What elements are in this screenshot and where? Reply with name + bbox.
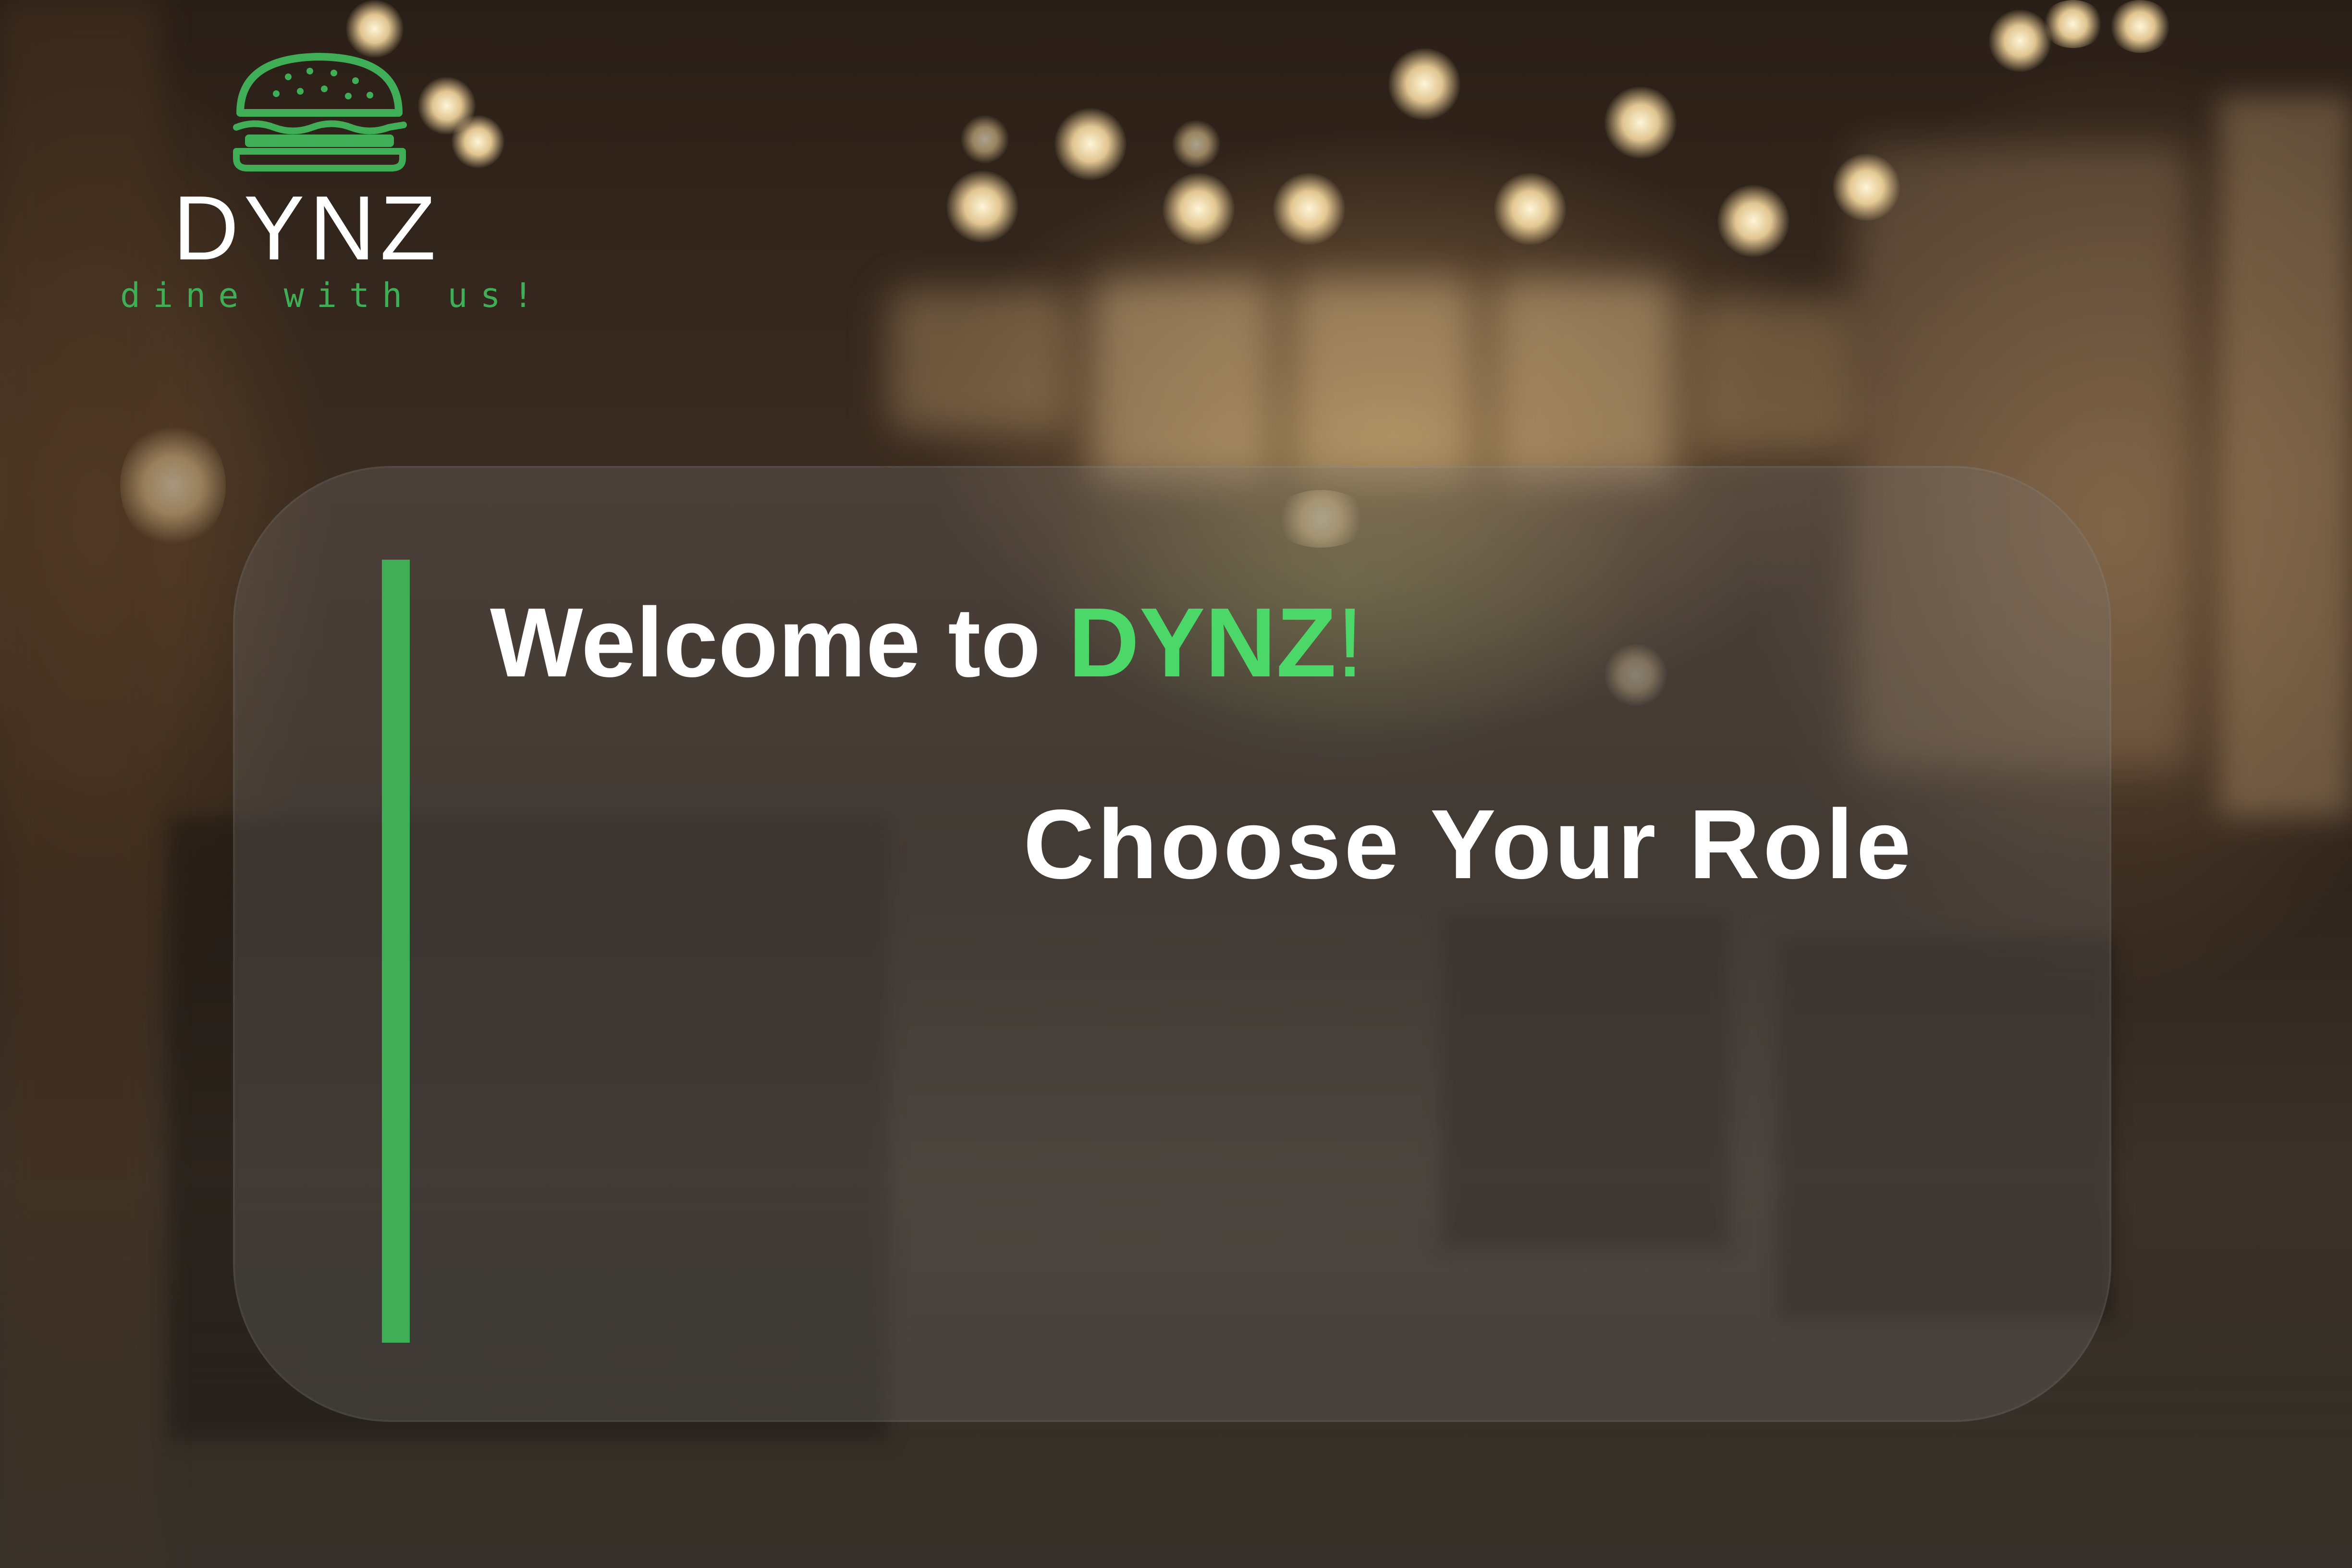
- background-menu-board-3: [1494, 279, 1677, 480]
- welcome-exclamation: !: [1336, 588, 1364, 698]
- burger-icon: [233, 53, 407, 172]
- background-menu-board-2: [1292, 279, 1475, 480]
- bokeh-light: [120, 423, 226, 548]
- role-selection-screen: DYNZ dine with us! Welcome to DYNZ! Choo…: [0, 0, 2352, 1568]
- dynz-logo: DYNZ dine with us!: [110, 48, 543, 336]
- background-wall-right: [2219, 96, 2352, 817]
- bokeh-light: [2109, 0, 2171, 53]
- bokeh-light: [1833, 154, 1900, 221]
- choose-role-heading: Choose Your Role: [1023, 789, 1914, 899]
- welcome-prefix: Welcome to: [490, 588, 1068, 698]
- bokeh-light: [1054, 108, 1127, 180]
- bokeh-light: [1273, 173, 1345, 245]
- card-accent-bar: [382, 560, 410, 1343]
- welcome-heading: Welcome to DYNZ!: [490, 593, 1364, 692]
- logo-brand-name: DYNZ: [173, 177, 441, 279]
- background-shelf-bottles-left: [889, 288, 1071, 432]
- background-menu-board-1: [1090, 279, 1273, 480]
- bokeh-light: [946, 171, 1018, 243]
- bokeh-light: [1494, 173, 1566, 245]
- logo-tagline: dine with us!: [120, 276, 546, 315]
- bokeh-light: [1388, 48, 1460, 120]
- bokeh-light: [2042, 0, 2104, 48]
- bokeh-light: [961, 115, 1009, 163]
- bokeh-light: [1172, 120, 1220, 168]
- background-shelf-bottles-right: [1691, 298, 1854, 452]
- bokeh-light: [1163, 173, 1235, 245]
- bokeh-light: [1717, 185, 1789, 257]
- bokeh-light: [1605, 86, 1677, 159]
- welcome-brand: DYNZ: [1068, 588, 1336, 698]
